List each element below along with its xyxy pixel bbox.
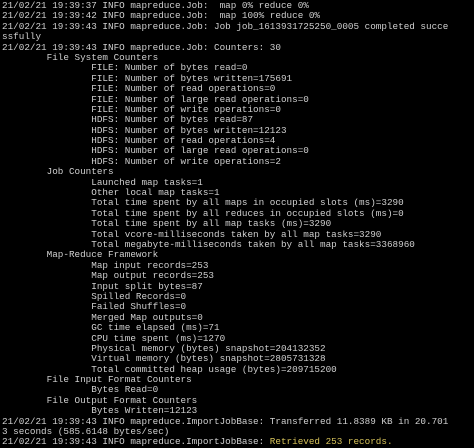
terminal-line-text: Total time spent by all reduces in occup… — [2, 208, 404, 219]
terminal-line: 21/02/21 19:39:43 INFO mapreduce.ImportJ… — [2, 417, 474, 427]
terminal-line-text: Spilled Records=0 — [2, 291, 187, 302]
terminal-line: Virtual memory (bytes) snapshot=28057313… — [2, 354, 474, 364]
terminal-line: HDFS: Number of large read operations=0 — [2, 146, 474, 156]
terminal-line-text: Job Counters — [2, 167, 114, 178]
terminal-line-text: Map-Reduce Framework — [2, 250, 159, 261]
terminal-line: 3 seconds (585.6148 bytes/sec) — [2, 427, 474, 437]
terminal-line: 21/02/21 19:39:37 INFO mapreduce.Job: ma… — [2, 1, 474, 11]
terminal-line-text: Total time spent by all maps in occupied… — [2, 198, 404, 209]
terminal-line: HDFS: Number of bytes read=87 — [2, 115, 474, 125]
terminal-line-text: File Output Format Counters — [2, 395, 198, 406]
terminal-line: Input split bytes=87 — [2, 282, 474, 292]
terminal-line-text: 21/02/21 19:39:43 INFO mapreduce.ImportJ… — [2, 437, 270, 448]
terminal-line: File Output Format Counters — [2, 396, 474, 406]
terminal-line-text: 21/02/21 19:39:37 INFO mapreduce.Job: ma… — [2, 1, 309, 11]
terminal-line: 21/02/21 19:39:42 INFO mapreduce.Job: ma… — [2, 11, 474, 21]
terminal-line-text: FILE: Number of read operations=0 — [2, 84, 276, 95]
terminal-line: Physical memory (bytes) snapshot=2041323… — [2, 344, 474, 354]
terminal-line: HDFS: Number of write operations=2 — [2, 157, 474, 167]
terminal-line-text: File Input Format Counters — [2, 375, 192, 386]
terminal-line-text: Input split bytes=87 — [2, 281, 203, 292]
terminal-line: GC time elapsed (ms)=71 — [2, 323, 474, 333]
terminal-line: 21/02/21 19:39:43 INFO mapreduce.ImportJ… — [2, 437, 474, 447]
terminal-window[interactable]: 21/02/21 19:39:37 INFO mapreduce.Job: ma… — [0, 0, 474, 448]
terminal-line-text: HDFS: Number of large read operations=0 — [2, 146, 309, 157]
terminal-line: File Input Format Counters — [2, 375, 474, 385]
terminal-line: FILE: Number of bytes read=0 — [2, 63, 474, 73]
terminal-line-text: FILE: Number of write operations=0 — [2, 104, 281, 115]
terminal-line: HDFS: Number of read operations=4 — [2, 136, 474, 146]
terminal-line: 21/02/21 19:39:43 INFO mapreduce.Job: Jo… — [2, 22, 474, 32]
terminal-line: Launched map tasks=1 — [2, 178, 474, 188]
terminal-line: Spilled Records=0 — [2, 292, 474, 302]
terminal-line: 21/02/21 19:39:43 INFO mapreduce.Job: Co… — [2, 43, 474, 53]
terminal-line: Map-Reduce Framework — [2, 250, 474, 260]
terminal-line: Map input records=253 — [2, 261, 474, 271]
terminal-line-text: Map input records=253 — [2, 260, 209, 271]
terminal-line: ssfully — [2, 32, 474, 42]
terminal-line-text: FILE: Number of large read operations=0 — [2, 94, 309, 105]
terminal-line-text: HDFS: Number of write operations=2 — [2, 156, 281, 167]
terminal-line: Total time spent by all maps in occupied… — [2, 198, 474, 208]
terminal-line: File System Counters — [2, 53, 474, 63]
terminal-line: FILE: Number of write operations=0 — [2, 105, 474, 115]
terminal-line: Total megabyte-milliseconds taken by all… — [2, 240, 474, 250]
terminal-line-text: 21/02/21 19:39:42 INFO mapreduce.Job: ma… — [2, 11, 321, 22]
terminal-line-text: 3 seconds (585.6148 bytes/sec) — [2, 427, 170, 438]
terminal-line-text: Physical memory (bytes) snapshot=2041323… — [2, 343, 326, 354]
terminal-line-text: Map output records=253 — [2, 271, 215, 282]
terminal-line-text: Virtual memory (bytes) snapshot=28057313… — [2, 354, 326, 365]
terminal-line: Bytes Read=0 — [2, 385, 474, 395]
terminal-line: Map output records=253 — [2, 271, 474, 281]
terminal-output: 21/02/21 19:39:37 INFO mapreduce.Job: ma… — [2, 1, 474, 448]
terminal-line: Job Counters — [2, 167, 474, 177]
terminal-line-text: Total vcore-milliseconds taken by all ma… — [2, 229, 382, 240]
terminal-line: HDFS: Number of bytes written=12123 — [2, 126, 474, 136]
terminal-line-text: Total committed heap usage (bytes)=20971… — [2, 364, 337, 375]
terminal-line: FILE: Number of bytes written=175691 — [2, 74, 474, 84]
terminal-line-text: File System Counters — [2, 52, 159, 63]
terminal-line: FILE: Number of read operations=0 — [2, 84, 474, 94]
terminal-line: Total time spent by all reduces in occup… — [2, 209, 474, 219]
terminal-line-text: Launched map tasks=1 — [2, 177, 203, 188]
terminal-line: Total committed heap usage (bytes)=20971… — [2, 365, 474, 375]
terminal-line-text: 21/02/21 19:39:43 INFO mapreduce.Job: Jo… — [2, 21, 449, 32]
terminal-line: Other local map tasks=1 — [2, 188, 474, 198]
terminal-line: Failed Shuffles=0 — [2, 302, 474, 312]
terminal-line-text: 21/02/21 19:39:43 INFO mapreduce.ImportJ… — [2, 416, 449, 427]
terminal-line: Total time spent by all map tasks (ms)=3… — [2, 219, 474, 229]
terminal-line: Bytes Written=12123 — [2, 406, 474, 416]
terminal-line-text: GC time elapsed (ms)=71 — [2, 323, 220, 334]
terminal-line: Total vcore-milliseconds taken by all ma… — [2, 230, 474, 240]
terminal-line-text: Other local map tasks=1 — [2, 188, 220, 199]
terminal-line-text: ssfully — [2, 32, 42, 43]
terminal-line-text: CPU time spent (ms)=1270 — [2, 333, 226, 344]
terminal-line-text: Bytes Written=12123 — [2, 406, 198, 417]
terminal-line: CPU time spent (ms)=1270 — [2, 334, 474, 344]
terminal-line-text: FILE: Number of bytes read=0 — [2, 63, 248, 74]
terminal-line-text: Total megabyte-milliseconds taken by all… — [2, 239, 415, 250]
terminal-line-text: Total time spent by all map tasks (ms)=3… — [2, 219, 332, 230]
terminal-line-text: HDFS: Number of read operations=4 — [2, 136, 276, 147]
terminal-line: FILE: Number of large read operations=0 — [2, 95, 474, 105]
terminal-line-text: Bytes Read=0 — [2, 385, 159, 396]
highlighted-text: Retrieved 253 records. — [269, 437, 393, 448]
terminal-line-text: Failed Shuffles=0 — [2, 302, 187, 313]
terminal-line-text: 21/02/21 19:39:43 INFO mapreduce.Job: Co… — [2, 42, 281, 53]
terminal-line: Merged Map outputs=0 — [2, 313, 474, 323]
terminal-line-text: HDFS: Number of bytes read=87 — [2, 115, 254, 126]
terminal-line-text: Merged Map outputs=0 — [2, 312, 203, 323]
terminal-line-text: HDFS: Number of bytes written=12123 — [2, 125, 287, 136]
terminal-line-text: FILE: Number of bytes written=175691 — [2, 73, 293, 84]
